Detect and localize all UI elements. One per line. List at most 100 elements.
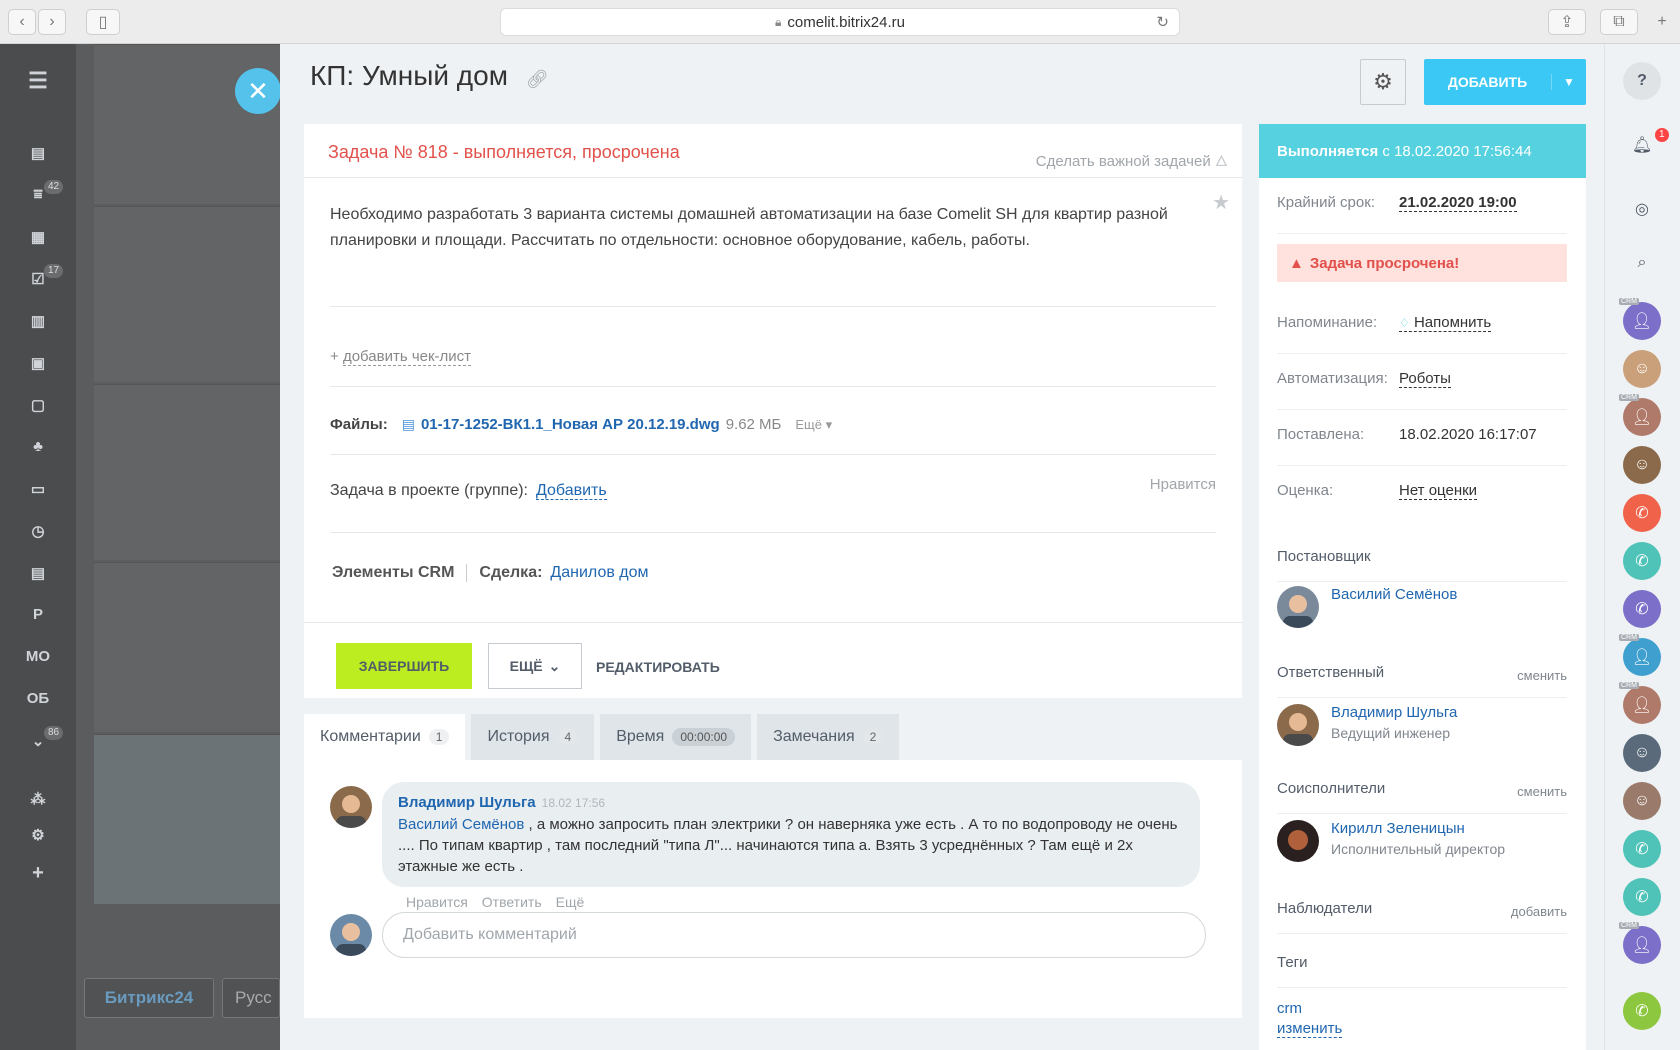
tabs-icon[interactable]: ⧉ — [1600, 9, 1638, 35]
share-icon[interactable]: ⇪ — [1548, 9, 1586, 35]
comment-reply[interactable]: Ответить — [482, 894, 542, 910]
back-button[interactable]: ‹ — [8, 9, 36, 35]
help-icon[interactable]: ? — [1623, 62, 1661, 100]
phone-icon[interactable]: ✆ — [1623, 830, 1661, 868]
crm-contact-icon[interactable]: 👤︎ — [1623, 302, 1661, 340]
comment-mention[interactable]: Василий Семёнов — [398, 816, 524, 833]
automation-link[interactable]: Роботы — [1399, 370, 1451, 388]
tab-remarks[interactable]: Замечания 2 — [757, 714, 900, 760]
address-bar[interactable]: 🔒︎ comelit.bitrix24.ru ↻ — [500, 8, 1180, 36]
sites-icon[interactable]: ▤ — [0, 564, 76, 582]
crm-contact-icon[interactable]: 👤︎ — [1623, 686, 1661, 724]
add-button[interactable]: ДОБАВИТЬ ▼ — [1424, 59, 1586, 105]
tab-time[interactable]: Время 00:00:00 — [600, 714, 752, 760]
rating-row: Оценка: Нет оценки — [1277, 482, 1478, 500]
more-icon[interactable]: ⌄ — [0, 732, 76, 750]
right-bar: ? 🔔︎ 1 ◎ ⌕ 👤︎ CRM ☺ 👤︎ CRM ☺ ✆ ✆ ✆ 👤︎ CR… — [1604, 44, 1680, 1050]
knowledge-icon[interactable]: ▥ — [0, 312, 76, 330]
change-coexec-link[interactable]: сменить — [1517, 784, 1567, 799]
comment-like[interactable]: Нравится — [406, 894, 468, 910]
complete-button[interactable]: ЗАВЕРШИТЬ — [336, 643, 472, 689]
avatar[interactable]: ☺ — [1623, 446, 1661, 484]
task-status-title: Задача № 818 - выполняется, просрочена — [328, 142, 680, 162]
close-slider-button[interactable]: ✕ — [235, 68, 281, 114]
deadline-row: Крайний срок: 21.02.2020 19:00 — [1277, 178, 1567, 234]
structure-icon[interactable]: ⁂ — [0, 790, 76, 808]
tab-comments[interactable]: Комментарии 1 — [304, 714, 466, 760]
phone-icon[interactable]: ✆ — [1623, 992, 1661, 1030]
files-row: Файлы: ▤ 01-17-1252-ВК1.1_Новая АР 20.12… — [330, 416, 832, 433]
project-add-link[interactable]: Добавить — [535, 482, 607, 500]
background-block — [94, 384, 280, 560]
feed-icon[interactable]: ▤ — [0, 144, 76, 162]
comments-section: Владимир Шульга 18.02 17:56 Василий Семён… — [304, 760, 1242, 1018]
edit-tags-link[interactable]: изменить — [1277, 1020, 1343, 1038]
status-banner: Выполняется с 18.02.2020 17:56:44 — [1259, 124, 1586, 178]
tag-crm[interactable]: crm — [1277, 1000, 1302, 1017]
add-icon[interactable]: + — [0, 862, 76, 885]
rating-link[interactable]: Нет оценки — [1399, 482, 1478, 500]
phone-icon[interactable]: ✆ — [1623, 878, 1661, 916]
link-icon[interactable]: 🔗︎ — [526, 69, 549, 89]
language-select[interactable]: Русс — [222, 978, 280, 1018]
phone-icon[interactable]: ✆ — [1623, 494, 1661, 532]
more-button[interactable]: ЕЩЁ ⌄ — [488, 643, 582, 689]
calendar-icon[interactable]: ▦ — [0, 228, 76, 246]
responsible-name[interactable]: Владимир Шульга — [1331, 704, 1457, 721]
chat-icon[interactable]: ▣ — [0, 354, 76, 372]
coexec-name[interactable]: Кирилл Зеленицын — [1331, 820, 1505, 837]
drive-icon[interactable]: ▭ — [0, 480, 76, 498]
search-icon[interactable]: ⌕ — [1623, 244, 1661, 282]
file-size: 9.62 МБ — [725, 416, 782, 433]
edit-button[interactable]: РЕДАКТИРОВАТЬ — [596, 659, 720, 675]
add-observer-link[interactable]: добавить — [1511, 904, 1567, 919]
avatar[interactable]: ☺ — [1623, 782, 1661, 820]
change-responsible-link[interactable]: сменить — [1517, 668, 1567, 683]
contacts-icon[interactable]: ▢ — [0, 396, 76, 414]
filter-icon[interactable]: ⩸ — [0, 186, 76, 203]
nav-letter-mo[interactable]: МО — [0, 648, 76, 665]
tab-history[interactable]: История 4 — [471, 714, 595, 760]
file-link[interactable]: 01-17-1252-ВК1.1_Новая АР 20.12.19.dwg — [421, 416, 720, 433]
deadline-value[interactable]: 21.02.2020 19:00 — [1399, 194, 1517, 212]
phone-icon[interactable]: ✆ — [1623, 542, 1661, 580]
nav-letter-ob[interactable]: ОБ — [0, 690, 76, 707]
group-icon[interactable]: ♣ — [0, 438, 76, 455]
crm-contact-icon[interactable]: 👤︎ — [1623, 638, 1661, 676]
add-checklist-link[interactable]: + добавить чек-лист — [330, 348, 472, 366]
menu-icon[interactable]: ☰ — [0, 68, 76, 94]
gear-icon[interactable]: ⚙ — [1360, 59, 1406, 105]
reload-icon[interactable]: ↻ — [1156, 13, 1169, 31]
sidebar-toggle-icon[interactable]: ▯ — [86, 9, 120, 35]
creator-name[interactable]: Василий Семёнов — [1331, 586, 1457, 603]
file-more-button[interactable]: Ещё ▾ — [795, 417, 832, 433]
divider — [330, 386, 1216, 387]
forward-button[interactable]: › — [38, 9, 66, 35]
crm-contact-icon[interactable]: 👤︎ — [1623, 398, 1661, 436]
nav-letter-r[interactable]: Р — [0, 606, 76, 623]
settings-icon[interactable]: ⚙ — [0, 826, 76, 844]
time-icon[interactable]: ◷ — [0, 522, 76, 540]
responsible-role: Ведущий инженер — [1331, 725, 1451, 741]
avatar[interactable]: ☺ — [1623, 734, 1661, 772]
tasks-icon[interactable]: ☑ — [0, 270, 76, 288]
avatar — [330, 914, 372, 956]
crm-tag: CRM — [1619, 922, 1639, 929]
star-icon[interactable]: ★ — [1212, 190, 1230, 215]
like-link[interactable]: Нравится — [1150, 476, 1216, 493]
messages-icon[interactable]: ◎ — [1623, 190, 1661, 228]
avatar[interactable]: ☺ — [1623, 350, 1661, 388]
make-important-link[interactable]: Сделать важной задачей 🜂 — [1036, 144, 1228, 175]
deal-label: Сделка: — [479, 564, 543, 581]
task-header: Задача № 818 - выполняется, просрочена С… — [304, 124, 1242, 178]
comment-author[interactable]: Владимир Шульга — [398, 794, 536, 811]
comment-more[interactable]: Ещё — [556, 894, 585, 910]
comment-input[interactable]: Добавить комментарий — [382, 912, 1206, 958]
new-tab-icon[interactable]: + — [1648, 9, 1676, 35]
reminder-link[interactable]: ♢ Напомнить — [1399, 314, 1492, 332]
comment-date: 18.02 17:56 — [541, 796, 606, 810]
deal-link[interactable]: Данилов дом — [550, 564, 648, 582]
phone-icon[interactable]: ✆ — [1623, 590, 1661, 628]
chevron-down-icon[interactable]: ▼ — [1552, 75, 1586, 89]
crm-contact-icon[interactable]: 👤︎ — [1623, 926, 1661, 964]
